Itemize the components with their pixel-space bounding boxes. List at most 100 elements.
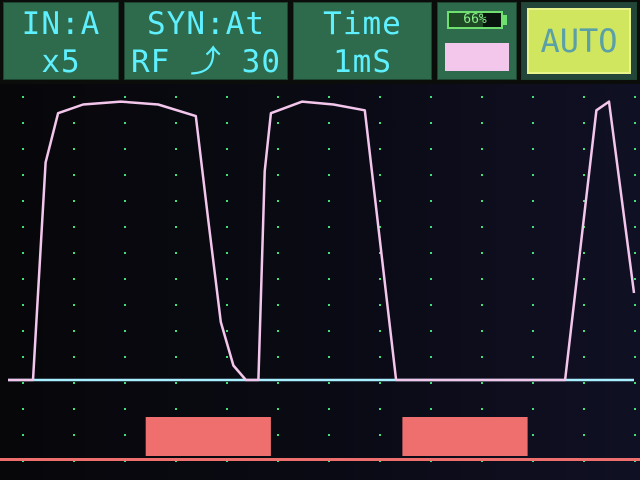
grid-dot [481,278,483,280]
sync-panel[interactable]: SYN:At RF ⤴ 30 [124,2,288,80]
grid-dot [379,122,381,124]
grid-dot [634,122,636,124]
grid-dot [532,200,534,202]
waveform-canvas [0,84,640,480]
grid-dot [430,148,432,150]
oscilloscope-screen: IN:A x5 SYN:At RF ⤴ 30 Time 1mS 66% AUTO [0,0,640,480]
battery-percent: 66% [463,12,487,27]
grid-dot [124,330,126,332]
grid-dot [277,330,279,332]
grid-dot [532,252,534,254]
input-channel-label: IN:A [21,6,101,42]
grid-dot [226,304,228,306]
grid-dot [379,330,381,332]
grid-dot [22,356,24,358]
grid-dot [226,226,228,228]
grid-dot [175,148,177,150]
grid-dot [430,226,432,228]
grid-dot [73,330,75,332]
grid-dot [634,330,636,332]
grid-dot [430,304,432,306]
grid-dot [175,96,177,98]
grid-dot [481,408,483,410]
input-channel-panel[interactable]: IN:A x5 [3,2,119,80]
grid-dot [634,356,636,358]
grid-dot [124,382,126,384]
grid-dot [277,382,279,384]
grid-dot [634,408,636,410]
grid-dot [481,122,483,124]
plot-background [0,84,640,480]
grid-dot [124,226,126,228]
grid-dot [226,96,228,98]
timebase-panel[interactable]: Time 1mS [293,2,432,80]
grid-dot [124,408,126,410]
grid-dot [379,304,381,306]
grid-dot [124,356,126,358]
grid-dot [328,200,330,202]
signal-marker-2 [402,417,528,456]
grid-dot [277,200,279,202]
grid-dot [328,148,330,150]
grid-dot [583,382,585,384]
grid-dot [328,122,330,124]
grid-dot [481,304,483,306]
grid-dot [124,96,126,98]
grid-dot [124,174,126,176]
grid-dot [175,278,177,280]
grid-dot [73,226,75,228]
grid-dot [430,278,432,280]
battery-tip [503,15,507,25]
grid-dot [277,356,279,358]
timebase-value: 1mS [333,44,392,80]
battery-panel: 66% [437,2,517,80]
grid-dot [430,174,432,176]
grid-dot [226,278,228,280]
grid-dot [634,434,636,436]
grid-dot [430,356,432,358]
grid-dot [328,330,330,332]
grid-dot [175,200,177,202]
grid-dot [532,96,534,98]
grid-dot [226,330,228,332]
grid-dot [175,382,177,384]
grid-dot [328,434,330,436]
grid-dot [277,278,279,280]
grid-dot [124,252,126,254]
grid-dot [277,304,279,306]
grid-dot [277,226,279,228]
grid-dot [379,96,381,98]
grid-dot [328,278,330,280]
grid-dot [226,200,228,202]
timebase-title: Time [323,6,402,42]
grid-dot [22,174,24,176]
grid-dot [124,304,126,306]
grid-dot [430,330,432,332]
sync-mode-label: SYN:At [147,6,265,42]
auto-button[interactable]: AUTO [527,8,631,74]
grid-dot [532,174,534,176]
grid-dot [175,356,177,358]
grid-dot [481,200,483,202]
grid-dot [277,174,279,176]
grid-dot [634,278,636,280]
grid-dot [277,122,279,124]
status-bar: IN:A x5 SYN:At RF ⤴ 30 Time 1mS 66% AUTO [0,0,640,84]
grid-dot [328,356,330,358]
channel-color-swatch [445,43,509,71]
grid-dot [634,148,636,150]
grid-dot [73,148,75,150]
grid-dot [124,148,126,150]
grid-dot [481,226,483,228]
grid-dot [175,330,177,332]
grid-dot [22,226,24,228]
grid-dot [73,122,75,124]
grid-dot [22,434,24,436]
grid-dot [430,252,432,254]
grid-dot [277,96,279,98]
grid-dot [481,330,483,332]
grid-dot [22,330,24,332]
grid-dot [481,252,483,254]
grid-dot [430,122,432,124]
grid-dot [328,96,330,98]
